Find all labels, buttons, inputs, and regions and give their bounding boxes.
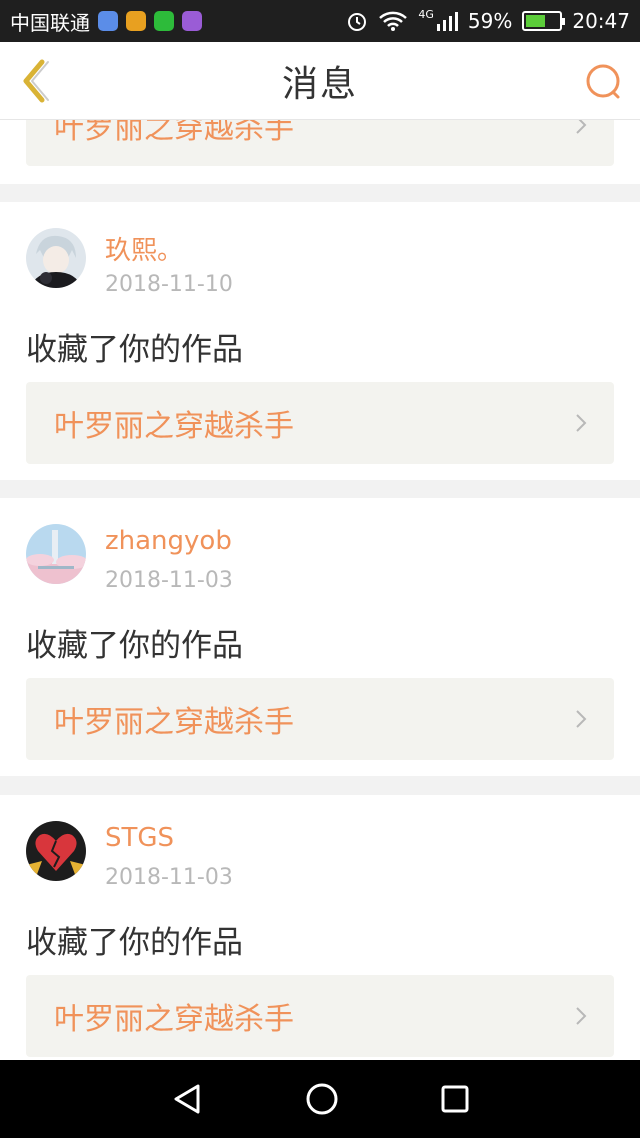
work-title: 叶罗丽之穿越杀手 [54, 409, 294, 444]
carrier-label: 中国联通 [10, 10, 90, 35]
username[interactable]: zhangyob [105, 526, 232, 556]
status-bar: 中国联通 4G 59% 20:47 [0, 0, 640, 42]
avatar[interactable] [26, 228, 86, 288]
message-list[interactable]: 叶罗丽之穿越杀手 玖熙。 2018-11-10 收藏了你的作品 叶罗丽之穿越杀手 [0, 120, 640, 1060]
chevron-right-icon [576, 710, 587, 728]
work-title: 叶罗丽之穿越杀手 [54, 120, 294, 146]
message-card: STGS 2018-11-03 收藏了你的作品 叶罗丽之穿越杀手 [0, 795, 640, 1060]
home-circle-icon[interactable] [305, 1082, 339, 1116]
avatar[interactable] [26, 524, 86, 584]
message-action-text: 收藏了你的作品 [26, 628, 243, 664]
chevron-right-icon [576, 1007, 587, 1025]
work-link[interactable]: 叶罗丽之穿越杀手 [26, 120, 614, 166]
work-link[interactable]: 叶罗丽之穿越杀手 [26, 975, 614, 1057]
header: 消息 [0, 42, 640, 120]
wechat-icon [154, 11, 174, 31]
message-action-text: 收藏了你的作品 [26, 925, 243, 961]
network-type: 4G [418, 7, 434, 21]
chevron-right-icon [576, 414, 587, 432]
wifi-icon [379, 11, 408, 31]
back-chevron-icon[interactable] [14, 56, 58, 106]
username[interactable]: 玖熙。 [105, 230, 183, 267]
message-card: zhangyob 2018-11-03 收藏了你的作品 叶罗丽之穿越杀手 [0, 498, 640, 776]
search-icon[interactable] [582, 60, 626, 104]
gallery-icon [182, 11, 202, 31]
signal-icon [436, 12, 458, 31]
weibo-icon [126, 11, 146, 31]
message-card: 玖熙。 2018-11-10 收藏了你的作品 叶罗丽之穿越杀手 [0, 202, 640, 480]
chevron-right-icon [576, 120, 587, 134]
clock: 20:47 [572, 9, 630, 33]
work-title: 叶罗丽之穿越杀手 [54, 1002, 294, 1037]
avatar[interactable] [26, 821, 86, 881]
battery-percent: 59% [467, 9, 513, 33]
work-title: 叶罗丽之穿越杀手 [54, 705, 294, 740]
message-date: 2018-11-10 [105, 272, 233, 297]
page-title: 消息 [281, 63, 358, 105]
alarm-icon [348, 13, 367, 31]
message-date: 2018-11-03 [105, 865, 233, 890]
back-triangle-icon[interactable] [170, 1082, 204, 1116]
work-link[interactable]: 叶罗丽之穿越杀手 [26, 678, 614, 760]
recents-square-icon[interactable] [440, 1084, 470, 1114]
message-date: 2018-11-03 [105, 568, 233, 593]
battery-icon [522, 11, 566, 31]
message-card-partial: 叶罗丽之穿越杀手 [0, 120, 640, 184]
username[interactable]: STGS [105, 823, 174, 853]
message-action-text: 收藏了你的作品 [26, 332, 243, 368]
system-nav-bar [0, 1060, 640, 1138]
work-link[interactable]: 叶罗丽之穿越杀手 [26, 382, 614, 464]
map-app-icon [98, 11, 118, 31]
